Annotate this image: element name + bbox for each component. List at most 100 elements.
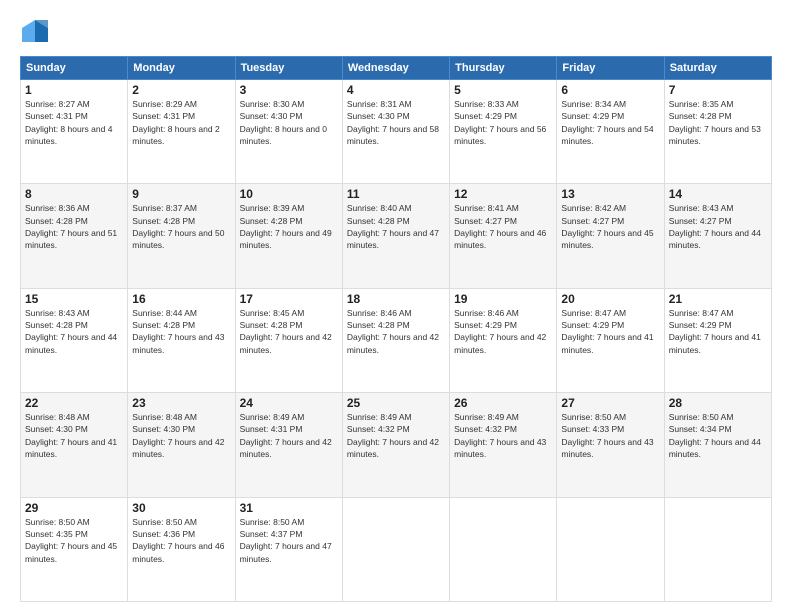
day-info: Sunrise: 8:30 AMSunset: 4:30 PMDaylight:… xyxy=(240,99,327,146)
day-info: Sunrise: 8:49 AMSunset: 4:31 PMDaylight:… xyxy=(240,412,332,459)
day-cell: 27 Sunrise: 8:50 AMSunset: 4:33 PMDaylig… xyxy=(557,393,664,497)
day-number: 8 xyxy=(25,187,123,201)
logo-icon xyxy=(20,18,50,46)
day-info: Sunrise: 8:29 AMSunset: 4:31 PMDaylight:… xyxy=(132,99,219,146)
day-info: Sunrise: 8:33 AMSunset: 4:29 PMDaylight:… xyxy=(454,99,546,146)
day-info: Sunrise: 8:40 AMSunset: 4:28 PMDaylight:… xyxy=(347,203,439,250)
day-number: 15 xyxy=(25,292,123,306)
day-cell xyxy=(664,497,771,601)
day-info: Sunrise: 8:34 AMSunset: 4:29 PMDaylight:… xyxy=(561,99,653,146)
day-info: Sunrise: 8:36 AMSunset: 4:28 PMDaylight:… xyxy=(25,203,117,250)
day-info: Sunrise: 8:50 AMSunset: 4:33 PMDaylight:… xyxy=(561,412,653,459)
day-info: Sunrise: 8:46 AMSunset: 4:29 PMDaylight:… xyxy=(454,308,546,355)
day-cell: 28 Sunrise: 8:50 AMSunset: 4:34 PMDaylig… xyxy=(664,393,771,497)
day-cell xyxy=(342,497,449,601)
col-header-friday: Friday xyxy=(557,57,664,80)
day-number: 2 xyxy=(132,83,230,97)
day-info: Sunrise: 8:47 AMSunset: 4:29 PMDaylight:… xyxy=(561,308,653,355)
day-cell: 31 Sunrise: 8:50 AMSunset: 4:37 PMDaylig… xyxy=(235,497,342,601)
day-cell: 24 Sunrise: 8:49 AMSunset: 4:31 PMDaylig… xyxy=(235,393,342,497)
day-cell: 13 Sunrise: 8:42 AMSunset: 4:27 PMDaylig… xyxy=(557,184,664,288)
day-cell: 25 Sunrise: 8:49 AMSunset: 4:32 PMDaylig… xyxy=(342,393,449,497)
day-info: Sunrise: 8:50 AMSunset: 4:34 PMDaylight:… xyxy=(669,412,761,459)
col-header-thursday: Thursday xyxy=(450,57,557,80)
day-info: Sunrise: 8:50 AMSunset: 4:36 PMDaylight:… xyxy=(132,517,224,564)
day-number: 9 xyxy=(132,187,230,201)
day-cell: 18 Sunrise: 8:46 AMSunset: 4:28 PMDaylig… xyxy=(342,288,449,392)
day-number: 30 xyxy=(132,501,230,515)
day-number: 22 xyxy=(25,396,123,410)
day-cell: 17 Sunrise: 8:45 AMSunset: 4:28 PMDaylig… xyxy=(235,288,342,392)
week-row-1: 1 Sunrise: 8:27 AMSunset: 4:31 PMDayligh… xyxy=(21,80,772,184)
day-cell: 19 Sunrise: 8:46 AMSunset: 4:29 PMDaylig… xyxy=(450,288,557,392)
week-row-3: 15 Sunrise: 8:43 AMSunset: 4:28 PMDaylig… xyxy=(21,288,772,392)
calendar-header-row: SundayMondayTuesdayWednesdayThursdayFrid… xyxy=(21,57,772,80)
day-info: Sunrise: 8:43 AMSunset: 4:28 PMDaylight:… xyxy=(25,308,117,355)
week-row-4: 22 Sunrise: 8:48 AMSunset: 4:30 PMDaylig… xyxy=(21,393,772,497)
day-number: 28 xyxy=(669,396,767,410)
week-row-2: 8 Sunrise: 8:36 AMSunset: 4:28 PMDayligh… xyxy=(21,184,772,288)
day-info: Sunrise: 8:31 AMSunset: 4:30 PMDaylight:… xyxy=(347,99,439,146)
day-cell: 15 Sunrise: 8:43 AMSunset: 4:28 PMDaylig… xyxy=(21,288,128,392)
day-cell: 14 Sunrise: 8:43 AMSunset: 4:27 PMDaylig… xyxy=(664,184,771,288)
day-cell xyxy=(450,497,557,601)
day-number: 21 xyxy=(669,292,767,306)
day-number: 16 xyxy=(132,292,230,306)
day-info: Sunrise: 8:37 AMSunset: 4:28 PMDaylight:… xyxy=(132,203,224,250)
day-cell xyxy=(557,497,664,601)
day-cell: 9 Sunrise: 8:37 AMSunset: 4:28 PMDayligh… xyxy=(128,184,235,288)
day-number: 25 xyxy=(347,396,445,410)
day-info: Sunrise: 8:49 AMSunset: 4:32 PMDaylight:… xyxy=(347,412,439,459)
day-number: 26 xyxy=(454,396,552,410)
day-info: Sunrise: 8:35 AMSunset: 4:28 PMDaylight:… xyxy=(669,99,761,146)
day-info: Sunrise: 8:48 AMSunset: 4:30 PMDaylight:… xyxy=(25,412,117,459)
week-row-5: 29 Sunrise: 8:50 AMSunset: 4:35 PMDaylig… xyxy=(21,497,772,601)
day-info: Sunrise: 8:39 AMSunset: 4:28 PMDaylight:… xyxy=(240,203,332,250)
day-cell: 16 Sunrise: 8:44 AMSunset: 4:28 PMDaylig… xyxy=(128,288,235,392)
day-cell: 3 Sunrise: 8:30 AMSunset: 4:30 PMDayligh… xyxy=(235,80,342,184)
day-info: Sunrise: 8:49 AMSunset: 4:32 PMDaylight:… xyxy=(454,412,546,459)
day-info: Sunrise: 8:50 AMSunset: 4:35 PMDaylight:… xyxy=(25,517,117,564)
day-number: 1 xyxy=(25,83,123,97)
day-number: 6 xyxy=(561,83,659,97)
day-number: 17 xyxy=(240,292,338,306)
day-number: 23 xyxy=(132,396,230,410)
day-info: Sunrise: 8:50 AMSunset: 4:37 PMDaylight:… xyxy=(240,517,332,564)
day-number: 4 xyxy=(347,83,445,97)
col-header-wednesday: Wednesday xyxy=(342,57,449,80)
day-number: 20 xyxy=(561,292,659,306)
day-info: Sunrise: 8:45 AMSunset: 4:28 PMDaylight:… xyxy=(240,308,332,355)
day-number: 19 xyxy=(454,292,552,306)
day-number: 27 xyxy=(561,396,659,410)
day-number: 24 xyxy=(240,396,338,410)
day-cell: 22 Sunrise: 8:48 AMSunset: 4:30 PMDaylig… xyxy=(21,393,128,497)
day-info: Sunrise: 8:46 AMSunset: 4:28 PMDaylight:… xyxy=(347,308,439,355)
page: SundayMondayTuesdayWednesdayThursdayFrid… xyxy=(0,0,792,612)
day-cell: 23 Sunrise: 8:48 AMSunset: 4:30 PMDaylig… xyxy=(128,393,235,497)
col-header-saturday: Saturday xyxy=(664,57,771,80)
day-cell: 4 Sunrise: 8:31 AMSunset: 4:30 PMDayligh… xyxy=(342,80,449,184)
calendar-table: SundayMondayTuesdayWednesdayThursdayFrid… xyxy=(20,56,772,602)
day-number: 10 xyxy=(240,187,338,201)
day-cell: 8 Sunrise: 8:36 AMSunset: 4:28 PMDayligh… xyxy=(21,184,128,288)
day-number: 11 xyxy=(347,187,445,201)
day-info: Sunrise: 8:43 AMSunset: 4:27 PMDaylight:… xyxy=(669,203,761,250)
day-cell: 1 Sunrise: 8:27 AMSunset: 4:31 PMDayligh… xyxy=(21,80,128,184)
day-number: 29 xyxy=(25,501,123,515)
day-number: 12 xyxy=(454,187,552,201)
day-info: Sunrise: 8:41 AMSunset: 4:27 PMDaylight:… xyxy=(454,203,546,250)
logo xyxy=(20,18,54,46)
day-number: 5 xyxy=(454,83,552,97)
col-header-sunday: Sunday xyxy=(21,57,128,80)
day-info: Sunrise: 8:44 AMSunset: 4:28 PMDaylight:… xyxy=(132,308,224,355)
day-cell: 10 Sunrise: 8:39 AMSunset: 4:28 PMDaylig… xyxy=(235,184,342,288)
day-number: 7 xyxy=(669,83,767,97)
day-cell: 6 Sunrise: 8:34 AMSunset: 4:29 PMDayligh… xyxy=(557,80,664,184)
day-number: 14 xyxy=(669,187,767,201)
day-cell: 26 Sunrise: 8:49 AMSunset: 4:32 PMDaylig… xyxy=(450,393,557,497)
day-cell: 11 Sunrise: 8:40 AMSunset: 4:28 PMDaylig… xyxy=(342,184,449,288)
day-cell: 12 Sunrise: 8:41 AMSunset: 4:27 PMDaylig… xyxy=(450,184,557,288)
day-cell: 29 Sunrise: 8:50 AMSunset: 4:35 PMDaylig… xyxy=(21,497,128,601)
day-info: Sunrise: 8:27 AMSunset: 4:31 PMDaylight:… xyxy=(25,99,112,146)
day-info: Sunrise: 8:47 AMSunset: 4:29 PMDaylight:… xyxy=(669,308,761,355)
